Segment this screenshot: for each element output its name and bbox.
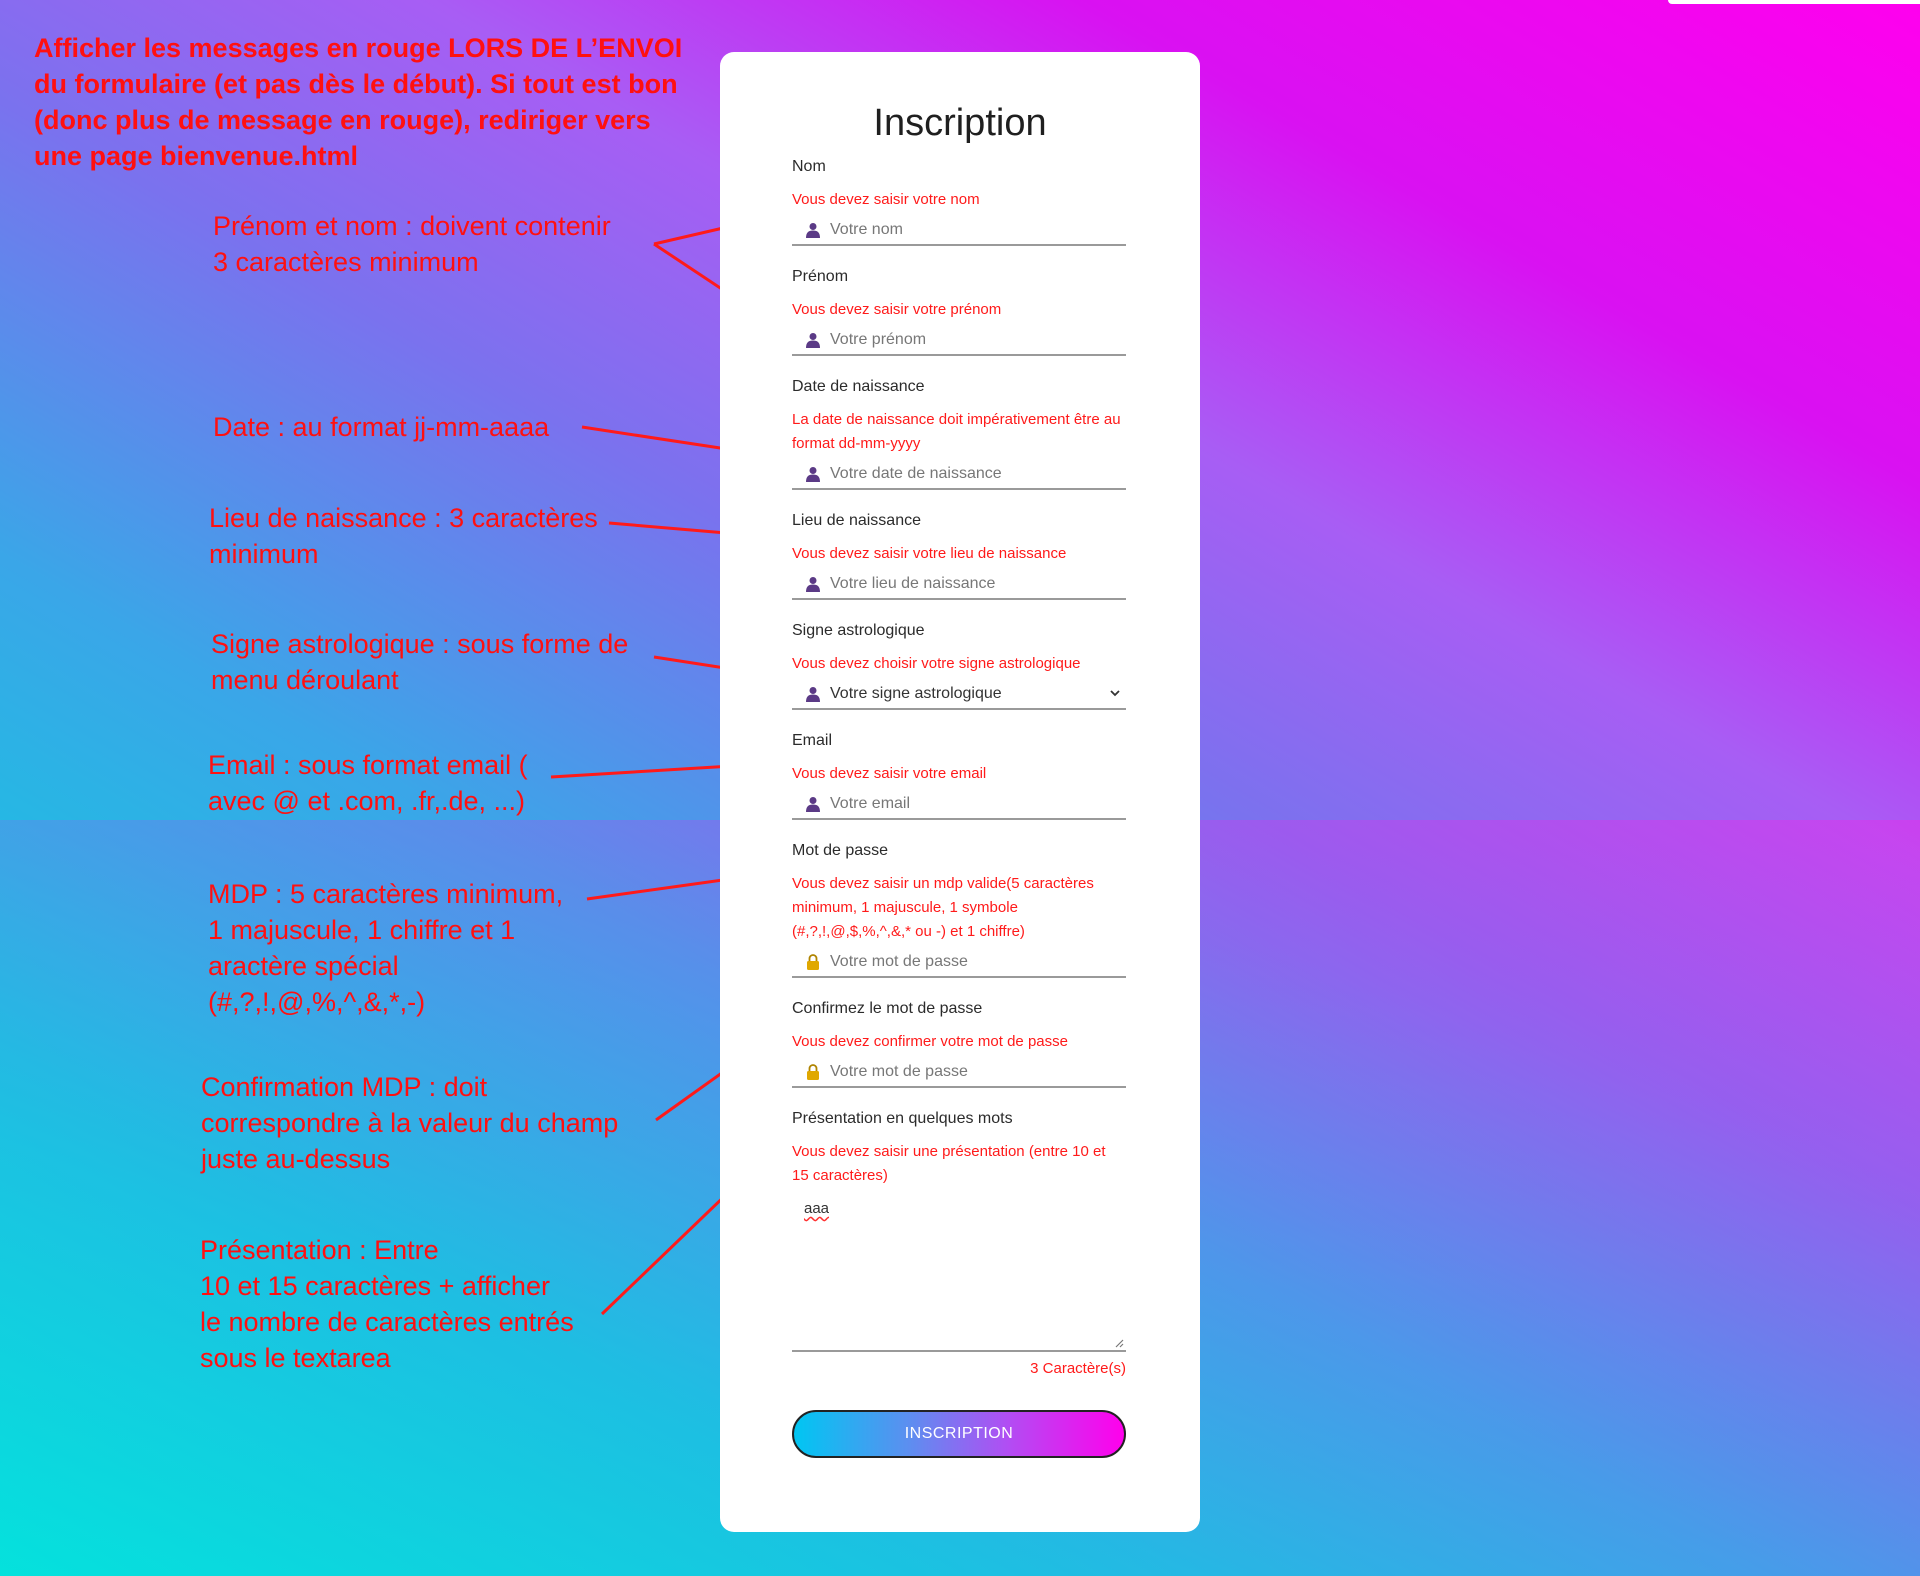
field-nom: Nom Vous devez saisir votre nom Votre no… xyxy=(792,158,1126,246)
lock-icon xyxy=(807,954,819,970)
field-label: Lieu de naissance xyxy=(792,512,921,529)
error-message: Vous devez saisir votre email xyxy=(792,765,987,782)
user-icon xyxy=(806,687,820,702)
lock-icon xyxy=(807,1064,819,1080)
field-mot-de-passe: Mot de passe Vous devez saisir un mdp va… xyxy=(792,842,1126,978)
chevron-down-icon[interactable] xyxy=(1108,686,1122,700)
input-placeholder: Votre prénom xyxy=(830,331,927,348)
field-confirm-password: Confirmez le mot de passe Vous devez con… xyxy=(792,1000,1126,1088)
lieu-naissance-input[interactable]: Votre lieu de naissance xyxy=(792,570,1126,600)
field-label: Nom xyxy=(792,158,826,175)
field-label: Email xyxy=(792,732,833,749)
user-icon xyxy=(806,467,820,482)
error-message: Vous devez choisir votre signe astrologi… xyxy=(792,655,1081,672)
user-icon xyxy=(806,797,820,812)
error-message: Vous devez saisir votre prénom xyxy=(792,301,1002,318)
field-label: Signe astrologique xyxy=(792,622,925,639)
textarea-value: aaa xyxy=(804,1200,830,1217)
user-icon xyxy=(806,223,820,238)
error-message: Vous devez saisir une présentation (entr… xyxy=(792,1143,1106,1184)
error-message: Vous devez confirmer votre mot de passe xyxy=(792,1033,1068,1050)
field-label: Prénom xyxy=(792,268,849,285)
field-label: Date de naissance xyxy=(792,378,925,395)
input-placeholder: Votre mot de passe xyxy=(830,953,968,970)
user-icon xyxy=(806,333,820,348)
character-count: 3 Caractère(s) xyxy=(1030,1360,1126,1377)
date-naissance-input[interactable]: Votre date de naissance xyxy=(792,460,1126,490)
field-signe-astrologique: Signe astrologique Vous devez choisir vo… xyxy=(792,622,1126,710)
error-message: La date de naissance doit impérativement… xyxy=(792,411,1121,452)
field-label: Présentation en quelques mots xyxy=(792,1110,1013,1127)
inscription-button[interactable]: INSCRIPTION xyxy=(792,1410,1126,1458)
nom-input[interactable]: Votre nom xyxy=(792,216,1126,246)
signe-astrologique-select[interactable]: Votre signe astrologique xyxy=(792,680,1126,710)
user-icon xyxy=(806,577,820,592)
field-presentation: Présentation en quelques mots Vous devez… xyxy=(792,1110,1126,1377)
field-date-naissance: Date de naissance La date de naissance d… xyxy=(792,378,1126,490)
form-title: Inscription xyxy=(873,102,1047,144)
signup-card: Inscription Nom Vous devez saisir votre … xyxy=(720,52,1200,1532)
confirm-password-input[interactable]: Votre mot de passe xyxy=(792,1058,1126,1088)
error-message: Vous devez saisir un mdp valide(5 caract… xyxy=(792,875,1094,940)
input-placeholder: Votre mot de passe xyxy=(830,1063,968,1080)
field-email: Email Vous devez saisir votre email Votr… xyxy=(792,732,1126,820)
input-placeholder: Votre lieu de naissance xyxy=(830,575,996,592)
input-placeholder: Votre email xyxy=(830,795,911,812)
resize-grip-icon[interactable] xyxy=(1114,1338,1124,1348)
input-placeholder: Votre nom xyxy=(830,221,903,238)
field-label: Mot de passe xyxy=(792,842,889,859)
presentation-textarea[interactable]: aaa xyxy=(792,1190,1126,1352)
select-value: Votre signe astrologique xyxy=(830,685,1002,702)
input-placeholder: Votre date de naissance xyxy=(830,465,1002,482)
prenom-input[interactable]: Votre prénom xyxy=(792,326,1126,356)
error-message: Vous devez saisir votre nom xyxy=(792,191,980,208)
error-message: Vous devez saisir votre lieu de naissanc… xyxy=(792,545,1067,562)
password-input[interactable]: Votre mot de passe xyxy=(792,948,1126,978)
email-input[interactable]: Votre email xyxy=(792,790,1126,820)
field-lieu-naissance: Lieu de naissance Vous devez saisir votr… xyxy=(792,512,1126,600)
field-prenom: Prénom Vous devez saisir votre prénom Vo… xyxy=(792,268,1126,356)
field-label: Confirmez le mot de passe xyxy=(792,1000,983,1017)
